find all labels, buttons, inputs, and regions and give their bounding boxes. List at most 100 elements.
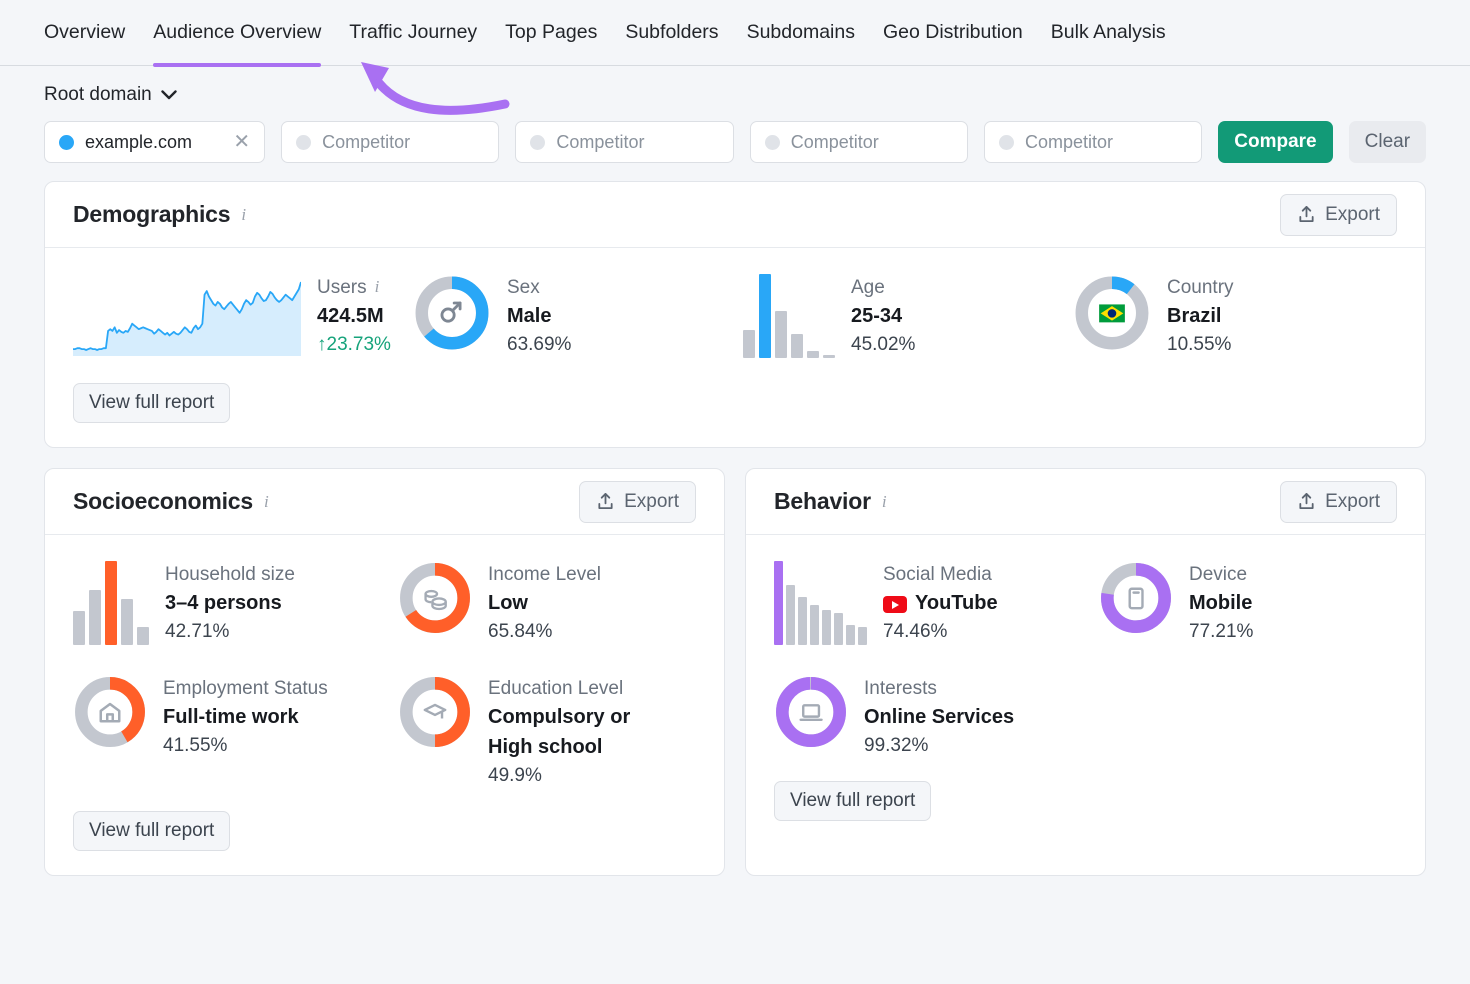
metric-percent: 42.71%: [165, 618, 295, 646]
competitor-placeholder: Competitor: [322, 132, 484, 153]
bar-group: [774, 561, 867, 645]
demographics-card-body: Users i 424.5M ↑23.73%: [45, 248, 1425, 447]
bar: [759, 274, 771, 358]
view-full-report-button[interactable]: View full report: [73, 383, 230, 423]
export-button[interactable]: Export: [1280, 194, 1397, 236]
bar-group: [73, 561, 149, 645]
tab-label: Subdomains: [747, 21, 855, 44]
info-icon[interactable]: i: [264, 492, 269, 512]
metric-value: Mobile: [1189, 588, 1253, 618]
donut-svg: [398, 561, 472, 635]
view-full-report-button[interactable]: View full report: [774, 781, 931, 821]
competitor-color-dot: [999, 135, 1014, 150]
metric-value: YouTube: [915, 588, 998, 618]
competitor-chip-row: example.com ✕ Competitor Competitor Comp…: [44, 121, 1426, 163]
tab-audience-overview[interactable]: Audience Overview: [153, 0, 321, 66]
metric-value: Compulsory or High school: [488, 702, 673, 762]
bar-group: [743, 274, 835, 358]
income-level-donut-chart: [398, 561, 472, 640]
tab-subfolders[interactable]: Subfolders: [625, 0, 718, 66]
metric-country: Country Brazil 10.55%: [1073, 274, 1234, 358]
metric-value: 3–4 persons: [165, 588, 295, 618]
youtube-icon: [883, 596, 907, 613]
metric-users: Users i 424.5M ↑23.73%: [73, 274, 413, 361]
coins-icon: [426, 591, 446, 609]
socioeconomics-card: Socioeconomics i Export: [44, 468, 725, 876]
donut-svg: [774, 675, 848, 749]
export-label: Export: [1325, 491, 1380, 513]
scope-dropdown[interactable]: Root domain: [44, 84, 177, 106]
behavior-card-header: Behavior i Export: [746, 469, 1425, 535]
tab-overview[interactable]: Overview: [44, 0, 125, 66]
donut-svg: [413, 274, 491, 352]
metric-percent: 49.9%: [488, 762, 673, 790]
tab-label: Geo Distribution: [883, 21, 1023, 44]
tab-geo-distribution[interactable]: Geo Distribution: [883, 0, 1023, 66]
clear-button[interactable]: Clear: [1349, 121, 1426, 163]
domain-chip-example[interactable]: example.com ✕: [44, 121, 265, 163]
metric-value: Male: [507, 301, 571, 331]
demographics-metric-row: Users i 424.5M ↑23.73%: [73, 274, 1397, 361]
metric-percent: 65.84%: [488, 618, 601, 646]
competitor-input-4[interactable]: Competitor: [984, 121, 1202, 163]
social-media-bar-chart: [774, 561, 867, 645]
info-icon[interactable]: i: [882, 492, 887, 512]
metric-delta: ↑23.73%: [317, 331, 391, 359]
competitor-placeholder: Competitor: [791, 132, 953, 153]
bar: [823, 355, 835, 358]
info-icon[interactable]: i: [375, 276, 380, 299]
metric-household-size: Household size 3–4 persons 42.71%: [73, 561, 398, 645]
metric-device: Device Mobile 77.21%: [1099, 561, 1397, 645]
bar: [743, 330, 755, 358]
tab-top-pages[interactable]: Top Pages: [505, 0, 597, 66]
report-cards: Demographics i Export: [0, 163, 1470, 876]
metric-age: Age 25-34 45.02%: [743, 274, 1073, 358]
donut-svg: [73, 675, 147, 749]
close-icon[interactable]: ✕: [233, 132, 250, 152]
metric-label: Country: [1167, 275, 1234, 301]
bar: [798, 597, 807, 645]
bar: [834, 613, 843, 645]
metric-label: Interests: [864, 676, 1014, 702]
export-icon: [1297, 205, 1316, 224]
bar: [846, 625, 855, 645]
tab-bulk-analysis[interactable]: Bulk Analysis: [1051, 0, 1166, 66]
export-label: Export: [624, 491, 679, 513]
behavior-card-body: Social Media YouTube 74.46%: [746, 535, 1425, 845]
lower-card-row: Socioeconomics i Export: [44, 468, 1426, 876]
metric-income-level: Income Level Low 65.84%: [398, 561, 696, 645]
export-button[interactable]: Export: [1280, 481, 1397, 523]
home-icon: [101, 704, 120, 721]
bar: [121, 599, 133, 645]
export-button[interactable]: Export: [579, 481, 696, 523]
competitor-input-1[interactable]: Competitor: [281, 121, 499, 163]
metric-label: Device: [1189, 562, 1253, 588]
graduation-cap-icon: [425, 705, 445, 719]
metric-value: Brazil: [1167, 301, 1234, 331]
competitor-input-3[interactable]: Competitor: [750, 121, 968, 163]
mobile-phone-icon: [1130, 589, 1143, 608]
export-icon: [1297, 492, 1316, 511]
bar: [73, 611, 85, 645]
metric-value: Low: [488, 588, 601, 618]
domain-chip-label: example.com: [85, 132, 222, 153]
bar: [858, 627, 867, 645]
competitor-input-2[interactable]: Competitor: [515, 121, 733, 163]
info-icon[interactable]: i: [241, 205, 246, 225]
tab-traffic-journey[interactable]: Traffic Journey: [349, 0, 477, 66]
tab-subdomains[interactable]: Subdomains: [747, 0, 855, 66]
metric-percent: 74.46%: [883, 618, 998, 646]
tab-label: Bulk Analysis: [1051, 21, 1166, 44]
metric-percent: 63.69%: [507, 331, 571, 359]
socioeconomics-card-body: Household size 3–4 persons 42.71%: [45, 535, 724, 875]
metric-social-media: Social Media YouTube 74.46%: [774, 561, 1099, 645]
competitor-placeholder: Competitor: [1025, 132, 1187, 153]
sex-donut-chart: [413, 274, 491, 357]
bar: [105, 561, 117, 645]
compare-button[interactable]: Compare: [1218, 121, 1332, 163]
bar: [786, 585, 795, 645]
domain-color-dot: [59, 135, 74, 150]
socioeconomics-card-header: Socioeconomics i Export: [45, 469, 724, 535]
metric-label: Household size: [165, 562, 295, 588]
view-full-report-button[interactable]: View full report: [73, 811, 230, 851]
